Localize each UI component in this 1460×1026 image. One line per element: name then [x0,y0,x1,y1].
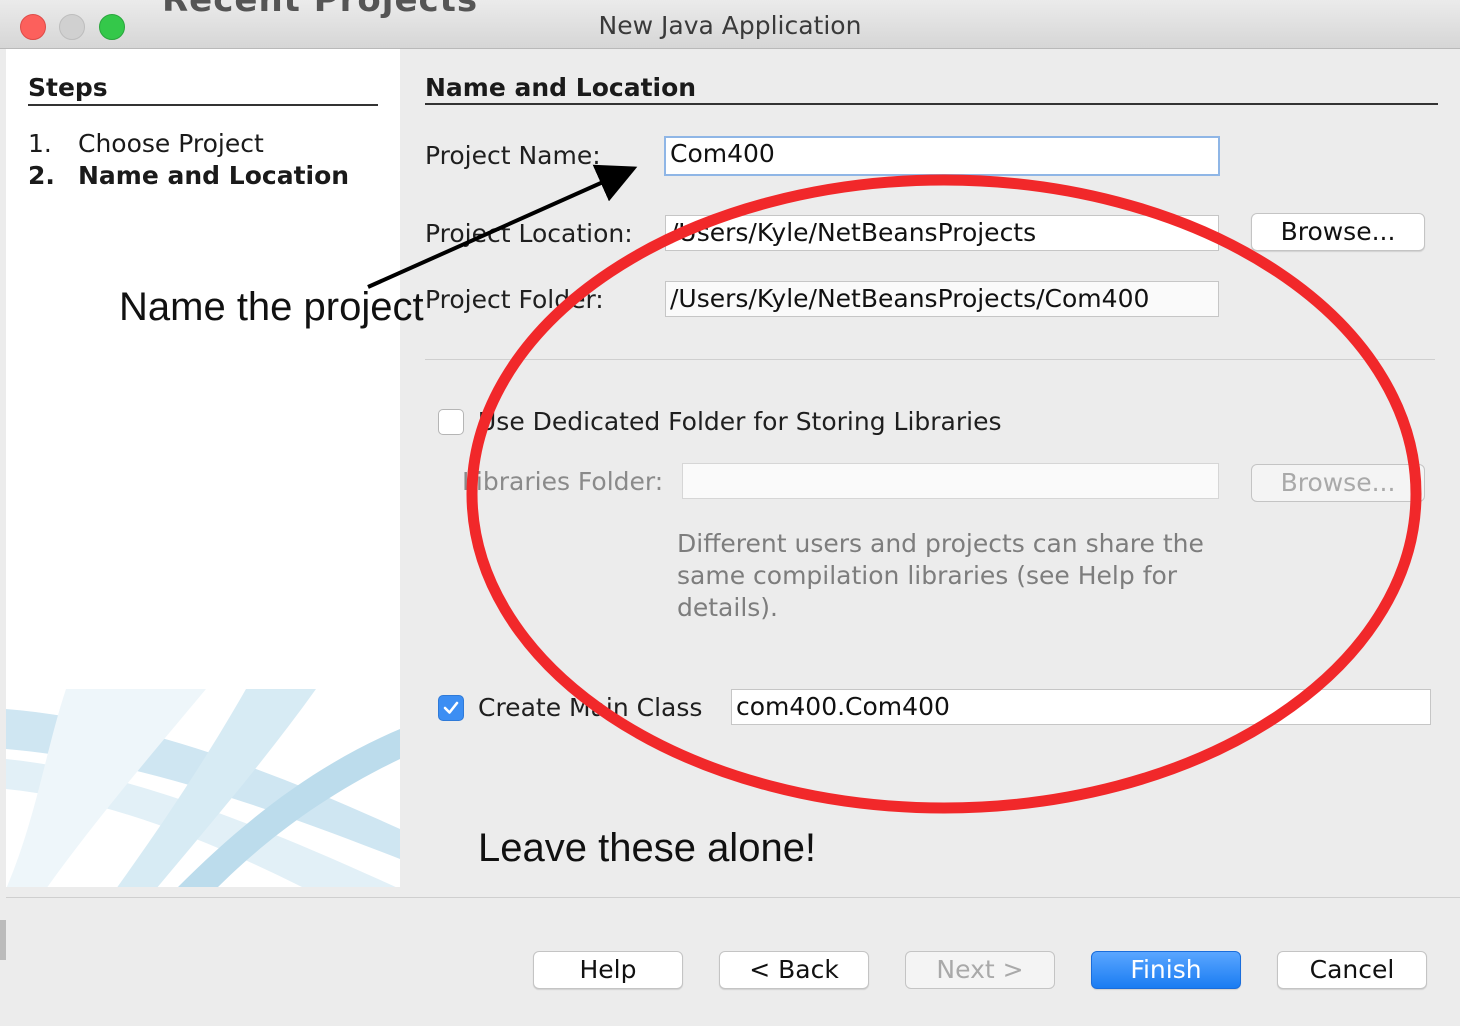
window-title: New Java Application [598,11,862,40]
project-location-browse-button[interactable]: Browse... [1251,213,1425,251]
project-location-input[interactable]: /Users/Kyle/NetBeansProjects [665,215,1219,251]
footer-separator [6,897,1460,898]
project-name-label: Project Name: [425,141,601,170]
project-folder-label: Project Folder: [425,285,604,314]
project-location-label: Project Location: [425,219,633,248]
annotation-name-project: Name the project [119,285,424,329]
window-edge [0,920,6,960]
step-label: Choose Project [78,129,264,158]
netbeans-decorative-art [6,689,400,887]
title-bar[interactable]: Recent Projects New Java Application [0,0,1460,49]
step-number: 2. [28,161,55,190]
create-main-class-label: Create Main Class [478,693,703,722]
annotation-leave-alone: Leave these alone! [478,826,817,870]
step-choose-project: 1. Choose Project [28,129,264,158]
separator [425,359,1435,360]
step-name-and-location: 2. Name and Location [28,161,349,190]
step-label: Name and Location [78,161,350,190]
checkmark-icon [443,701,459,714]
libraries-folder-label: Libraries Folder: [462,467,664,496]
back-button[interactable]: < Back [719,951,869,989]
section-divider [425,103,1438,105]
project-folder-field: /Users/Kyle/NetBeansProjects/Com400 [665,281,1219,317]
steps-divider [28,104,378,106]
dedicated-folder-label: Use Dedicated Folder for Storing Librari… [478,407,1002,436]
section-title: Name and Location [425,73,697,102]
project-name-input[interactable]: Com400 [664,136,1220,176]
create-main-class-checkbox[interactable] [438,695,464,721]
step-number: 1. [28,129,52,158]
libraries-help-text: Different users and projects can share t… [677,529,1204,622]
libraries-browse-button[interactable]: Browse... [1251,464,1425,502]
help-button[interactable]: Help [533,951,683,989]
steps-panel: Steps 1. Choose Project 2. Name and Locati… [6,49,400,887]
main-class-input[interactable]: com400.Com400 [731,689,1431,725]
next-button[interactable]: Next > [905,951,1055,989]
cancel-button[interactable]: Cancel [1277,951,1427,989]
steps-title: Steps [28,73,108,102]
finish-button[interactable]: Finish [1091,951,1241,989]
dedicated-folder-checkbox[interactable] [438,409,464,435]
dialog-window: Recent Projects New Java Application Ste… [0,0,1460,1026]
libraries-folder-input[interactable] [682,463,1219,499]
